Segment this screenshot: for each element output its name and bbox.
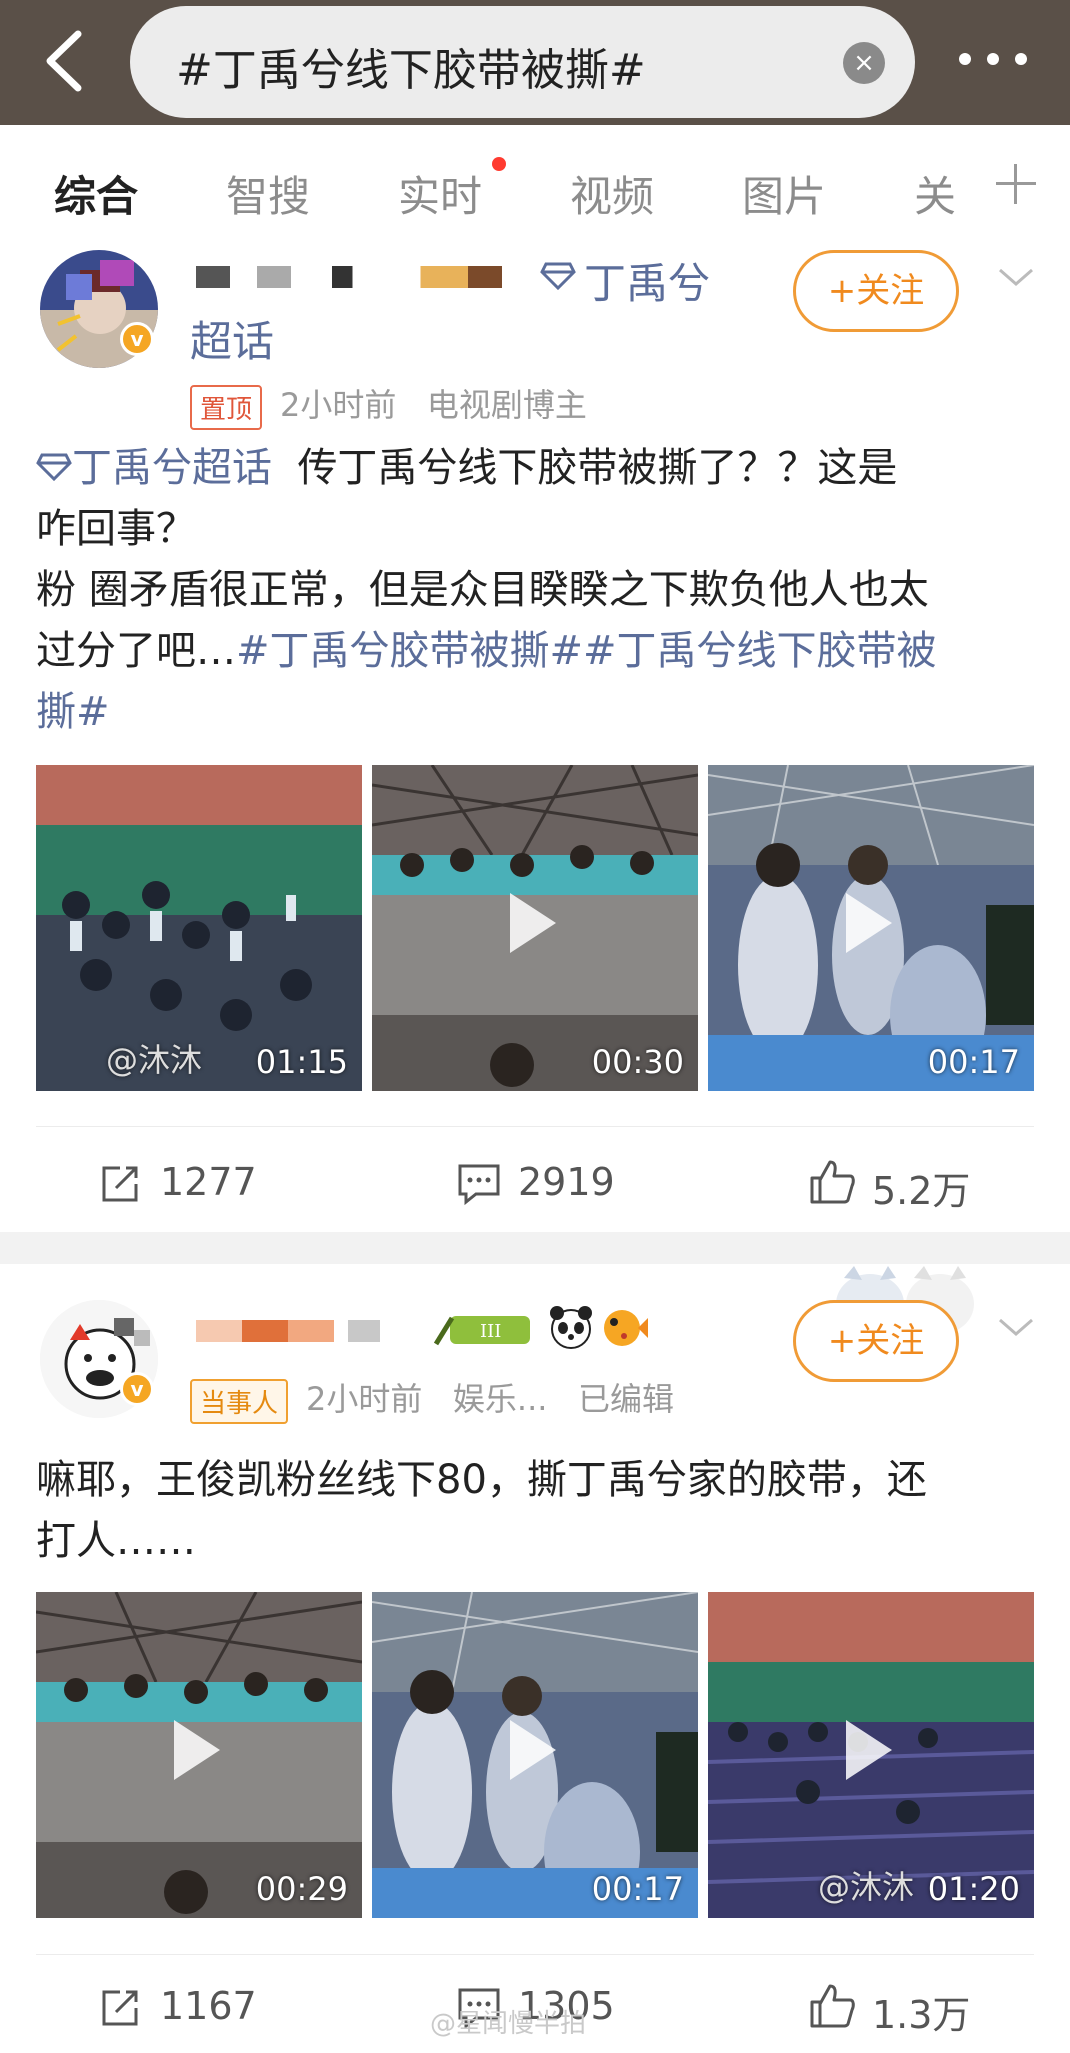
search-query: #丁禹兮线下胶带被撕# [176,45,646,96]
play-icon [174,1720,220,1780]
play-icon [510,893,556,953]
repost-count[interactable]: 1277 [160,1160,257,1204]
involved-party-tag: 当事人 [190,1378,289,1424]
like-thumb-icon[interactable] [808,1158,856,1210]
pinned-tag: 置顶 [190,384,263,430]
pufferfish-emoji-icon [600,1304,650,1354]
post-text-line: 咋回事？ [36,506,196,552]
video-thumbnail[interactable]: 00:17 [708,765,1034,1091]
like-thumb-icon[interactable] [808,1982,856,2034]
verified-badge-icon: v [120,1372,154,1406]
username-blurred[interactable] [196,1320,426,1342]
follow-button[interactable]: +关注 [793,1300,959,1382]
video-thumbnail[interactable]: 00:17 [372,1592,698,1918]
back-arrow-icon[interactable] [38,26,94,96]
super-topic-diamond-icon [540,262,576,294]
repost-count[interactable]: 1167 [160,1984,257,2028]
more-options-icon[interactable] [955,36,1035,80]
tab-smart-search[interactable]: 智搜 [226,163,310,224]
new-content-dot [492,157,506,171]
video-duration: 00:30 [591,1043,684,1081]
repost-icon[interactable] [98,1162,142,1210]
video-duration: 01:20 [927,1870,1020,1908]
verified-badge-icon: v [120,322,154,356]
search-input[interactable]: #丁禹兮线下胶带被撕# × [130,6,915,118]
image-watermark: @星闻慢半拍 [430,2009,587,2039]
play-icon [510,1720,556,1780]
post-source: 娱乐... [452,1380,548,1418]
post-time: 2小时前 [280,386,397,424]
video-thumbnail[interactable]: 00:30 [372,765,698,1091]
clear-search-icon[interactable]: × [843,42,885,84]
play-icon [846,893,892,953]
post-meta: 置顶 2小时前 电视剧博主 [190,380,587,430]
post-meta: 当事人 2小时前 娱乐... 已编辑 [190,1374,674,1424]
post-text-line: 传丁禹兮线下胶带被撕了？？这是 [297,445,898,491]
video-watermark: @沐沐 [818,1868,915,1906]
comment-icon[interactable] [456,1162,502,1210]
post-card: v 丁禹兮 超话 +关注 置顶 2小时前 电视剧博主 丁禹兮超话 传丁禹兮线下胶带… [0,250,1070,1230]
chevron-down-icon[interactable] [996,1316,1036,1340]
post-body: 丁禹兮超话 传丁禹兮线下胶带被撕了？？这是 咋回事？ 粉 圈矛盾很正常，但是众目… [36,438,1036,743]
video-duration: 00:29 [255,1870,348,1908]
tab-comprehensive[interactable]: 综合 [54,163,138,224]
post-text-line: 打人…… [36,1518,196,1564]
like-count[interactable]: 5.2万 [872,1160,970,1215]
follow-button[interactable]: +关注 [793,250,959,332]
level-badge-icon: III [433,1310,538,1354]
repost-icon[interactable] [98,1986,142,2034]
like-count[interactable]: 1.3万 [872,1984,970,2039]
video-thumbnail[interactable]: @沐沐 01:20 [708,1592,1034,1918]
video-thumbnail[interactable]: @沐沐 01:15 [36,765,362,1091]
comment-count[interactable]: 2919 [518,1160,615,1204]
divider [36,1126,1034,1127]
post-source: 电视剧博主 [426,386,587,424]
post-card: v III +关注 当事人 2小时前 娱乐... 已编辑 嘛耶，王俊凯粉丝线下80… [0,1264,1070,2053]
tab-follow[interactable]: 关 [914,163,956,224]
divider [36,1954,1034,1955]
post-text-line: 嘛耶，王俊凯粉丝线下80，撕丁禹兮家的胶带，还 [36,1457,927,1503]
topic-badge-suffix[interactable]: 超话 [190,308,274,369]
search-tabs: 综合 智搜 实时 视频 图片 关 [0,125,1070,250]
panda-emoji-icon [548,1304,594,1354]
tab-realtime[interactable]: 实时 [398,163,482,224]
tab-pictures[interactable]: 图片 [742,163,826,224]
post-body: 嘛耶，王俊凯粉丝线下80，撕丁禹兮家的胶带，还 打人…… [36,1450,1036,1572]
hashtag-link[interactable]: #丁禹兮胶带被撕##丁禹兮线下胶带被 [236,628,937,674]
play-icon [846,1720,892,1780]
video-duration: 00:17 [591,1870,684,1908]
video-duration: 01:15 [255,1043,348,1081]
search-header: #丁禹兮线下胶带被撕# × [0,0,1070,125]
username-blurred[interactable] [196,266,536,288]
post-time: 2小时前 [306,1380,423,1418]
post-text-line: 粉 圈矛盾很正常，但是众目睽睽之下欺负他人也太 [36,567,929,613]
edited-label: 已编辑 [577,1380,674,1418]
chevron-down-icon[interactable] [996,266,1036,290]
super-topic-diamond-icon [36,438,72,482]
post-text-line: 过分了吧… [36,628,236,674]
video-thumbnail[interactable]: 00:29 [36,1592,362,1918]
svg-text:III: III [480,1321,501,1342]
video-duration: 00:17 [927,1043,1020,1081]
tab-video[interactable]: 视频 [570,163,654,224]
topic-link[interactable]: 丁禹兮超话 [72,445,272,491]
video-watermark: @沐沐 [106,1041,203,1079]
hashtag-link[interactable]: 撕# [36,682,1036,743]
post-separator [0,1232,1070,1264]
topic-badge[interactable]: 丁禹兮 [584,250,710,311]
add-tab-icon[interactable] [996,164,1036,204]
